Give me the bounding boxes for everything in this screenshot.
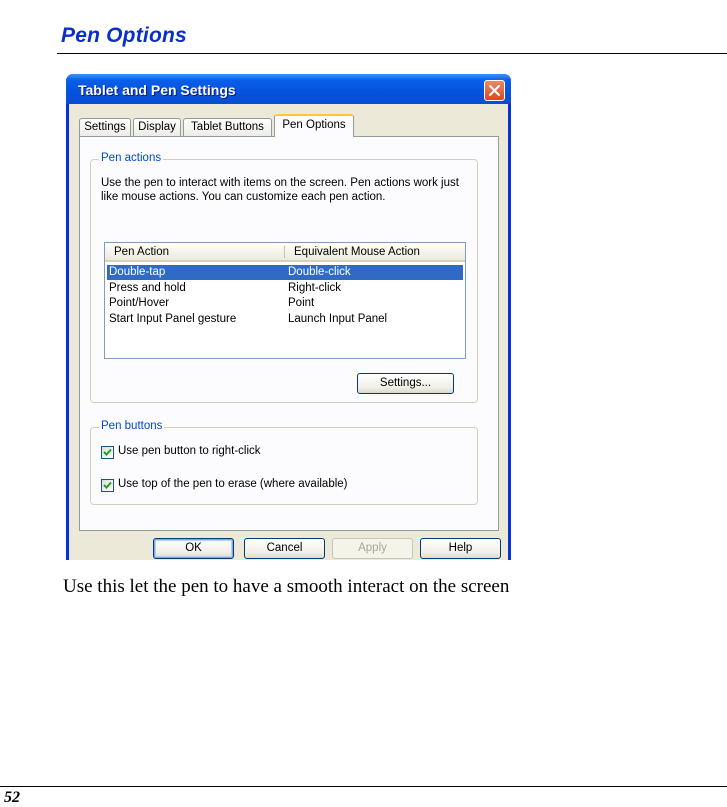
footer-rule: [0, 786, 727, 787]
right-click-label: Use pen button to right-click: [118, 445, 261, 457]
apply-button[interactable]: Apply: [332, 538, 413, 559]
close-icon: [489, 85, 500, 96]
tab-display[interactable]: Display: [133, 118, 181, 136]
table-row[interactable]: Start Input Panel gesture Launch Input P…: [107, 312, 463, 327]
dialog-client-area: Settings Display Tablet Buttons Pen Opti…: [69, 104, 508, 560]
figure-caption: Use this let the pen to have a smooth in…: [63, 576, 510, 597]
dialog-title: Tablet and Pen Settings: [78, 82, 236, 98]
mouse-action-cell: Double-click: [288, 266, 351, 278]
tab-pen-options[interactable]: Pen Options: [274, 114, 354, 137]
pen-actions-group: Pen actions Use the pen to interact with…: [90, 152, 478, 403]
erase-label: Use top of the pen to erase (where avail…: [118, 478, 348, 490]
tab-settings[interactable]: Settings: [79, 118, 131, 136]
list-header: Pen Action Equivalent Mouse Action: [105, 243, 465, 262]
table-row[interactable]: Press and hold Right-click: [107, 281, 463, 296]
tablet-pen-settings-dialog: Tablet and Pen Settings Settings Display…: [66, 74, 511, 560]
column-header-pen-action[interactable]: Pen Action: [114, 246, 169, 258]
pen-buttons-legend: Pen buttons: [99, 420, 165, 432]
mouse-action-cell: Launch Input Panel: [288, 313, 388, 325]
title-bar[interactable]: Tablet and Pen Settings: [66, 74, 511, 104]
pen-actions-legend: Pen actions: [99, 152, 164, 164]
section-heading: Pen Options: [61, 24, 187, 47]
table-row[interactable]: Double-tap Double-click: [107, 265, 463, 280]
pen-action-cell: Press and hold: [109, 282, 186, 294]
column-divider[interactable]: [284, 246, 285, 258]
pen-options-panel: Pen actions Use the pen to interact with…: [79, 136, 499, 531]
pen-actions-description: Use the pen to interact with items on th…: [101, 177, 459, 203]
checkmark-icon: [103, 448, 112, 456]
close-button[interactable]: [484, 80, 505, 101]
help-button[interactable]: Help: [420, 538, 501, 559]
pen-action-cell: Point/Hover: [109, 297, 170, 309]
pen-action-cell: Start Input Panel gesture: [109, 313, 237, 325]
header-rule: [57, 53, 727, 54]
pen-buttons-group: Pen buttons Use pen button to right-clic…: [90, 420, 478, 505]
page-number: 52: [4, 789, 20, 806]
right-click-checkbox[interactable]: [101, 446, 114, 459]
mouse-action-cell: Right-click: [288, 282, 342, 294]
ok-button[interactable]: OK: [153, 538, 234, 559]
mouse-action-cell: Point: [288, 297, 315, 309]
tab-tablet-buttons[interactable]: Tablet Buttons: [183, 118, 272, 136]
settings-button[interactable]: Settings...: [357, 373, 454, 394]
pen-actions-list[interactable]: Pen Action Equivalent Mouse Action Doubl…: [104, 242, 466, 359]
column-header-mouse-action[interactable]: Equivalent Mouse Action: [294, 246, 420, 258]
pen-action-cell: Double-tap: [109, 266, 166, 278]
checkmark-icon: [103, 481, 112, 489]
cancel-button[interactable]: Cancel: [244, 538, 325, 559]
table-row[interactable]: Point/Hover Point: [107, 296, 463, 311]
erase-checkbox[interactable]: [101, 479, 114, 492]
